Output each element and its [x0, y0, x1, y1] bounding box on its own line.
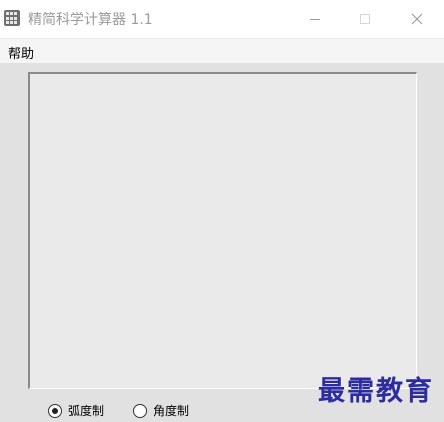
calculator-icon: [4, 10, 20, 26]
close-icon: [411, 13, 423, 25]
menu-bar: 帮助: [0, 39, 444, 63]
minimize-button[interactable]: [292, 0, 338, 38]
maximize-button[interactable]: [342, 0, 388, 38]
result-display[interactable]: [28, 72, 417, 389]
degree-label: 角度制: [153, 404, 190, 418]
minimize-icon: [310, 19, 320, 20]
calculator-window: 精简科学计算器 1.1 帮助 弧度制 角度制 最需教育: [0, 0, 444, 422]
degree-radio[interactable]: 角度制: [133, 402, 189, 419]
window-title: 精简科学计算器 1.1: [28, 12, 153, 28]
close-button[interactable]: [394, 0, 440, 38]
radian-radio[interactable]: 弧度制: [48, 402, 104, 419]
radio-selected-icon: [48, 403, 62, 418]
radio-unselected-icon: [133, 403, 147, 418]
maximize-icon: [360, 14, 370, 24]
radian-label: 弧度制: [68, 404, 105, 418]
menu-help[interactable]: 帮助: [8, 43, 34, 62]
title-bar[interactable]: 精简科学计算器 1.1: [0, 0, 444, 39]
watermark-logo: 最需教育: [318, 376, 434, 407]
